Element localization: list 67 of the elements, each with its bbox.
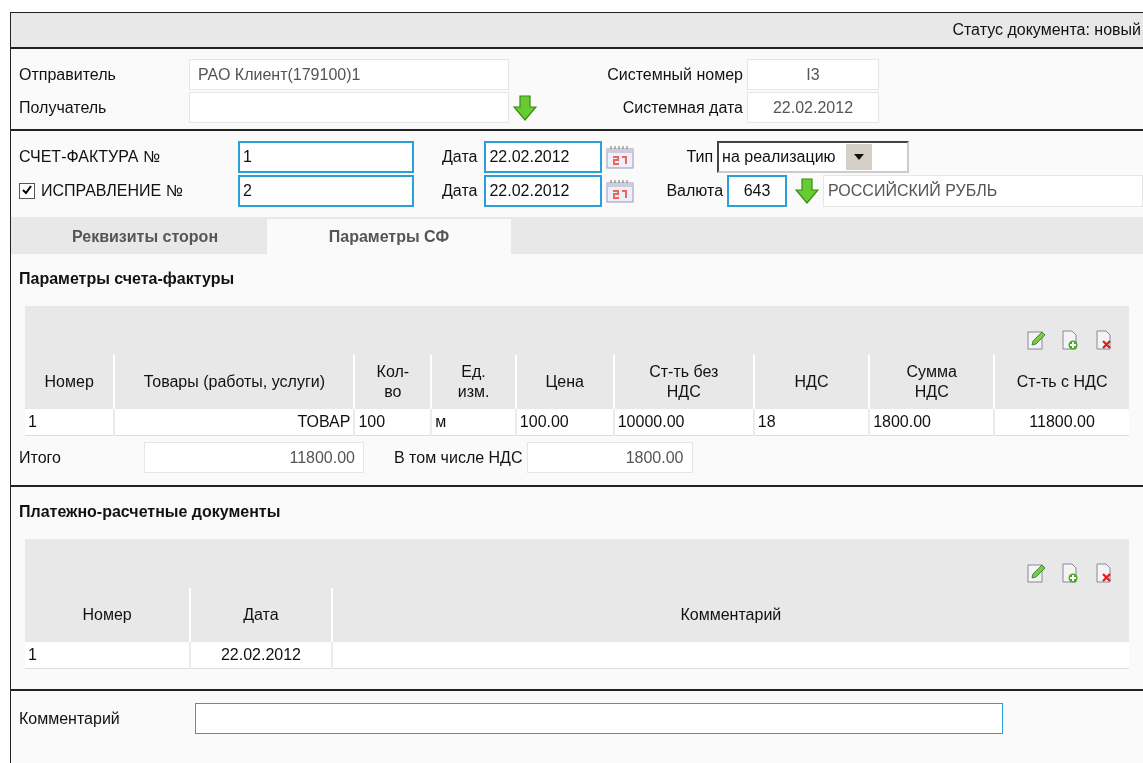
tab[interactable]: Реквизиты сторон	[23, 219, 267, 254]
calendar-icon[interactable]	[606, 179, 635, 203]
table-cell: 22.02.2012	[190, 642, 332, 669]
table-cell: 100.00	[515, 409, 614, 436]
field-label: Дата	[442, 182, 479, 200]
dropdown-arrow-icon	[853, 154, 864, 160]
table-cell: 10000.00	[613, 409, 754, 436]
field-label: Валюта	[666, 182, 724, 200]
sender-field[interactable]: РАО Клиент(179100)1	[189, 59, 509, 90]
section-title: Параметры счета-фактуры	[18, 269, 236, 289]
system-date-field: 22.02.2012	[747, 92, 879, 123]
invoice-number-field[interactable]: 1	[238, 141, 414, 173]
edit-icon[interactable]	[1027, 330, 1045, 350]
column-header: Ст-ть с НДС	[994, 355, 1129, 409]
field-label: В том числе НДС	[394, 448, 523, 467]
system-number-field: I3	[747, 59, 879, 90]
currency-code-field[interactable]: 643	[727, 175, 788, 207]
status-text: Статус документа: новый	[952, 21, 1141, 39]
field-label: СЧЕТ-ФАКТУРА №	[19, 148, 162, 166]
column-header: Кол- во	[354, 355, 432, 409]
table-cell: 11800.00	[994, 409, 1129, 436]
field-label: Системная дата	[621, 98, 744, 117]
column-header: Номер	[25, 588, 191, 642]
table-cell: 18	[753, 409, 870, 436]
currency-name-field: РОССИЙСКИЙ РУБЛЬ	[823, 175, 1143, 207]
type-dropdown[interactable]: на реализацию	[717, 141, 910, 173]
column-header: Товары (работы, услуги)	[114, 355, 355, 409]
down-arrow-icon[interactable]	[795, 178, 820, 204]
correction-number-field[interactable]: 2	[238, 175, 414, 207]
column-header: Ед. изм.	[431, 355, 516, 409]
field-label: Получатель	[19, 98, 108, 117]
field-label: Итого	[19, 448, 62, 467]
column-header: Комментарий	[331, 588, 1129, 642]
delete-document-icon[interactable]	[1095, 330, 1113, 350]
vat-field: 1800.00	[526, 442, 693, 473]
table-cell: 1	[25, 409, 115, 436]
recipient-field[interactable]	[189, 92, 509, 123]
add-document-icon[interactable]	[1061, 563, 1079, 583]
correction-checkbox[interactable]	[19, 183, 35, 199]
checkbox-label: ИСПРАВЛЕНИЕ №	[41, 182, 183, 200]
field-label: Дата	[442, 148, 479, 166]
field-label: Системный номер	[606, 65, 744, 84]
total-field: 11800.00	[144, 442, 364, 473]
down-arrow-icon[interactable]	[513, 94, 537, 121]
section-title: Платежно-расчетные документы	[18, 502, 282, 522]
column-header: Сумма НДС	[869, 355, 995, 409]
field-label: Отправитель	[19, 65, 117, 84]
table-cell: ТОВАР	[114, 409, 355, 436]
date-field[interactable]: 22.02.2012	[484, 141, 603, 173]
column-header: НДС	[753, 355, 870, 409]
comment-field[interactable]	[195, 703, 1003, 734]
column-header: Номер	[25, 355, 115, 409]
tab[interactable]: Параметры СФ	[267, 219, 511, 254]
column-header: Цена	[515, 355, 614, 409]
field-label: Комментарий	[19, 709, 121, 728]
edit-icon[interactable]	[1027, 563, 1045, 583]
field-label: Тип	[686, 148, 714, 166]
column-header: Дата	[190, 588, 332, 642]
column-header: Ст-ть без НДС	[613, 355, 754, 409]
table-cell: 1800.00	[869, 409, 995, 436]
date-field[interactable]: 22.02.2012	[484, 175, 603, 207]
calendar-icon[interactable]	[606, 145, 635, 169]
delete-document-icon[interactable]	[1095, 563, 1113, 583]
add-document-icon[interactable]	[1061, 330, 1079, 350]
table-cell: 1	[25, 642, 191, 669]
table-cell: м	[431, 409, 516, 436]
table-cell: 100	[354, 409, 432, 436]
